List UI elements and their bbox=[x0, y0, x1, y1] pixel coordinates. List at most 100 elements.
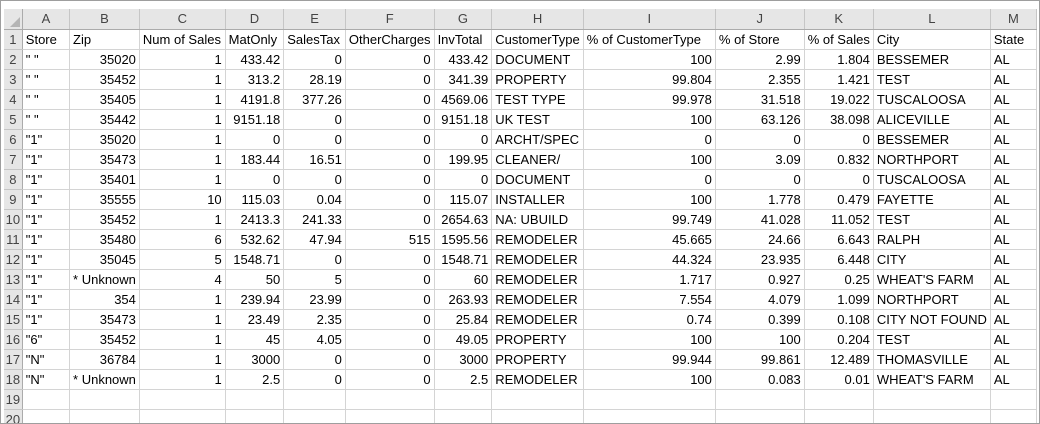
cell-i13[interactable]: 1.717 bbox=[583, 269, 716, 290]
row-header[interactable]: 3 bbox=[4, 69, 23, 90]
cell-i18[interactable]: 100 bbox=[583, 369, 716, 390]
cell-c1[interactable]: Num of Sales bbox=[139, 29, 226, 50]
cell-k4[interactable]: 19.022 bbox=[804, 89, 874, 110]
cell-g12[interactable]: 1548.71 bbox=[434, 249, 493, 270]
cell-a17[interactable]: "N" bbox=[22, 349, 71, 370]
cell-h12[interactable]: REMODELER bbox=[491, 249, 584, 270]
row-header[interactable]: 14 bbox=[4, 289, 23, 310]
cell-d13[interactable]: 50 bbox=[225, 269, 285, 290]
cell-j13[interactable]: 0.927 bbox=[715, 269, 805, 290]
column-header-h[interactable]: H bbox=[491, 9, 584, 30]
cell-j7[interactable]: 3.09 bbox=[715, 149, 805, 170]
row-header[interactable]: 13 bbox=[4, 269, 23, 290]
cell-i20[interactable] bbox=[583, 409, 716, 423]
cell-g13[interactable]: 60 bbox=[434, 269, 493, 290]
cell-l15[interactable]: CITY NOT FOUND bbox=[873, 309, 991, 330]
cell-m20[interactable] bbox=[990, 409, 1037, 423]
cell-c15[interactable]: 1 bbox=[139, 309, 226, 330]
cell-e10[interactable]: 241.33 bbox=[283, 209, 346, 230]
row-header[interactable]: 19 bbox=[4, 389, 23, 410]
cell-i15[interactable]: 0.74 bbox=[583, 309, 716, 330]
cell-f9[interactable]: 0 bbox=[345, 189, 435, 210]
cell-b15[interactable]: 35473 bbox=[69, 309, 140, 330]
cell-l6[interactable]: BESSEMER bbox=[873, 129, 991, 150]
cell-f8[interactable]: 0 bbox=[345, 169, 435, 190]
cell-k7[interactable]: 0.832 bbox=[804, 149, 874, 170]
cell-i11[interactable]: 45.665 bbox=[583, 229, 716, 250]
cell-k11[interactable]: 6.643 bbox=[804, 229, 874, 250]
cell-b16[interactable]: 35452 bbox=[69, 329, 140, 350]
column-header-f[interactable]: F bbox=[345, 9, 435, 30]
cell-l18[interactable]: WHEAT'S FARM bbox=[873, 369, 991, 390]
cell-i16[interactable]: 100 bbox=[583, 329, 716, 350]
column-header-i[interactable]: I bbox=[583, 9, 716, 30]
cell-l14[interactable]: NORTHPORT bbox=[873, 289, 991, 310]
cell-m18[interactable]: AL bbox=[990, 369, 1037, 390]
cell-m4[interactable]: AL bbox=[990, 89, 1037, 110]
cell-j17[interactable]: 99.861 bbox=[715, 349, 805, 370]
cell-c9[interactable]: 10 bbox=[139, 189, 226, 210]
cell-h15[interactable]: REMODELER bbox=[491, 309, 584, 330]
cell-e9[interactable]: 0.04 bbox=[283, 189, 346, 210]
cell-e14[interactable]: 23.99 bbox=[283, 289, 346, 310]
cell-d4[interactable]: 4191.8 bbox=[225, 89, 285, 110]
row-header[interactable]: 17 bbox=[4, 349, 23, 370]
cell-c7[interactable]: 1 bbox=[139, 149, 226, 170]
cell-e3[interactable]: 28.19 bbox=[283, 69, 346, 90]
cell-b10[interactable]: 35452 bbox=[69, 209, 140, 230]
column-header-d[interactable]: D bbox=[225, 9, 285, 30]
cell-m7[interactable]: AL bbox=[990, 149, 1037, 170]
cell-l16[interactable]: TEST bbox=[873, 329, 991, 350]
cell-d15[interactable]: 23.49 bbox=[225, 309, 285, 330]
cell-h14[interactable]: REMODELER bbox=[491, 289, 584, 310]
cell-h10[interactable]: NA: UBUILD bbox=[491, 209, 584, 230]
cell-a18[interactable]: "N" bbox=[22, 369, 71, 390]
cell-h16[interactable]: PROPERTY bbox=[491, 329, 584, 350]
cell-a20[interactable] bbox=[22, 409, 71, 423]
cell-j11[interactable]: 24.66 bbox=[715, 229, 805, 250]
cell-e4[interactable]: 377.26 bbox=[283, 89, 346, 110]
cell-e1[interactable]: SalesTax bbox=[283, 29, 346, 50]
cell-m12[interactable]: AL bbox=[990, 249, 1037, 270]
cell-l5[interactable]: ALICEVILLE bbox=[873, 109, 991, 130]
cell-f2[interactable]: 0 bbox=[345, 49, 435, 70]
cell-c20[interactable] bbox=[139, 409, 226, 423]
cell-b18[interactable]: * Unknown bbox=[69, 369, 140, 390]
cell-d14[interactable]: 239.94 bbox=[225, 289, 285, 310]
cell-b11[interactable]: 35480 bbox=[69, 229, 140, 250]
row-header[interactable]: 10 bbox=[4, 209, 23, 230]
cell-e16[interactable]: 4.05 bbox=[283, 329, 346, 350]
row-header[interactable]: 15 bbox=[4, 309, 23, 330]
cell-b8[interactable]: 35401 bbox=[69, 169, 140, 190]
cell-a4[interactable]: " " bbox=[22, 89, 71, 110]
cell-d9[interactable]: 115.03 bbox=[225, 189, 285, 210]
cell-l1[interactable]: City bbox=[873, 29, 991, 50]
column-header-e[interactable]: E bbox=[283, 9, 346, 30]
cell-f13[interactable]: 0 bbox=[345, 269, 435, 290]
cell-j14[interactable]: 4.079 bbox=[715, 289, 805, 310]
cell-f3[interactable]: 0 bbox=[345, 69, 435, 90]
cell-a19[interactable] bbox=[22, 389, 71, 410]
cell-i9[interactable]: 100 bbox=[583, 189, 716, 210]
cell-l12[interactable]: CITY bbox=[873, 249, 991, 270]
cell-f16[interactable]: 0 bbox=[345, 329, 435, 350]
cell-g10[interactable]: 2654.63 bbox=[434, 209, 493, 230]
cell-a7[interactable]: "1" bbox=[22, 149, 71, 170]
cell-e6[interactable]: 0 bbox=[283, 129, 346, 150]
cell-f5[interactable]: 0 bbox=[345, 109, 435, 130]
cell-i7[interactable]: 100 bbox=[583, 149, 716, 170]
cell-k6[interactable]: 0 bbox=[804, 129, 874, 150]
cell-a12[interactable]: "1" bbox=[22, 249, 71, 270]
cell-i14[interactable]: 7.554 bbox=[583, 289, 716, 310]
cell-i19[interactable] bbox=[583, 389, 716, 410]
cell-k16[interactable]: 0.204 bbox=[804, 329, 874, 350]
row-header[interactable]: 8 bbox=[4, 169, 23, 190]
cell-h1[interactable]: CustomerType bbox=[491, 29, 584, 50]
cell-j6[interactable]: 0 bbox=[715, 129, 805, 150]
cell-d10[interactable]: 2413.3 bbox=[225, 209, 285, 230]
row-header[interactable]: 5 bbox=[4, 109, 23, 130]
cell-a13[interactable]: "1" bbox=[22, 269, 71, 290]
cell-m5[interactable]: AL bbox=[990, 109, 1037, 130]
row-header[interactable]: 11 bbox=[4, 229, 23, 250]
cell-k10[interactable]: 11.052 bbox=[804, 209, 874, 230]
